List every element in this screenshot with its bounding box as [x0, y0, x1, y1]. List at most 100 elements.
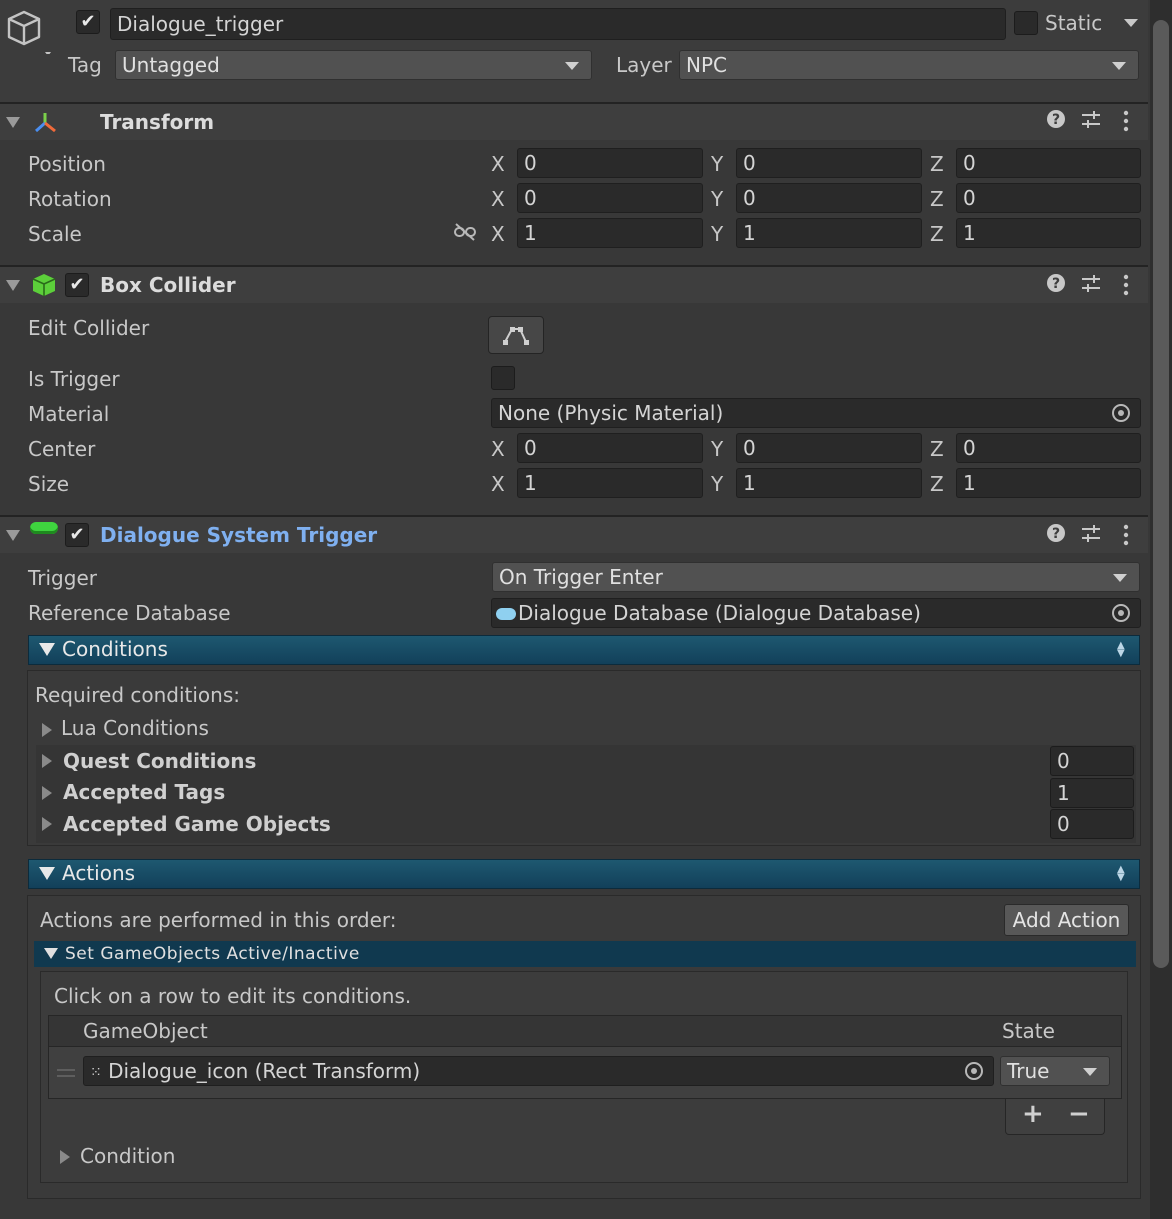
static-checkbox[interactable]	[1014, 11, 1038, 35]
box-collider-enabled-checkbox[interactable]: ✔	[65, 273, 89, 297]
help-icon[interactable]: ?	[1046, 523, 1066, 548]
gameobject-cube-icon[interactable]	[6, 8, 52, 54]
box-collider-header[interactable]: ✔ Box Collider ?	[0, 267, 1148, 303]
lua-conditions-foldout[interactable]: Lua Conditions	[36, 715, 1136, 745]
svg-text:?: ?	[1052, 112, 1060, 128]
accepted-game-objects-count-input[interactable]: 0	[1050, 809, 1134, 839]
accepted-tags-foldout[interactable]: Accepted Tags	[36, 779, 1046, 809]
edit-collider-button[interactable]	[488, 316, 544, 354]
position-y-input[interactable]: 0	[736, 148, 922, 178]
size-y-value: 1	[743, 471, 756, 495]
constrain-proportions-icon[interactable]	[453, 223, 477, 241]
col-state-label: State	[1002, 1019, 1055, 1043]
quest-conditions-label: Quest Conditions	[63, 749, 257, 773]
trigger-dropdown[interactable]: On Trigger Enter	[492, 562, 1140, 592]
scrollbar-thumb[interactable]	[1153, 20, 1169, 968]
size-x-value: 1	[524, 471, 537, 495]
actions-foldout[interactable]: Actions ▲ ▼	[28, 859, 1140, 889]
gameobject-list-header: GameObject State	[48, 1015, 1122, 1047]
kebab-menu-icon[interactable]	[1122, 110, 1130, 137]
position-x-input[interactable]: 0	[517, 148, 703, 178]
center-z-input[interactable]: 0	[956, 433, 1141, 463]
material-object-field[interactable]: None (Physic Material)	[491, 398, 1141, 428]
quest-conditions-count-input[interactable]: 0	[1050, 746, 1134, 776]
material-value: None (Physic Material)	[498, 401, 724, 425]
scale-y-input[interactable]: 1	[736, 218, 922, 248]
gameobject-active-checkbox[interactable]: ✔	[76, 10, 100, 34]
transform-header[interactable]: Transform ?	[0, 104, 1148, 140]
scale-x-input[interactable]: 1	[517, 218, 703, 248]
condition-foldout[interactable]: Condition	[49, 1144, 449, 1172]
presets-icon[interactable]	[1080, 110, 1102, 135]
fold-triangle-icon[interactable]	[6, 117, 20, 128]
presets-icon[interactable]	[1080, 524, 1102, 549]
kebab-menu-icon[interactable]	[1122, 524, 1130, 551]
position-z-value: 0	[963, 151, 976, 175]
lua-conditions-label: Lua Conditions	[61, 716, 209, 740]
row-state-dropdown[interactable]: True	[1000, 1056, 1110, 1086]
layer-dropdown[interactable]: NPC	[679, 50, 1139, 80]
rotation-y-value: 0	[743, 186, 756, 210]
rotation-y-input[interactable]: 0	[736, 183, 922, 213]
trigger-value: On Trigger Enter	[499, 565, 663, 589]
click-row-hint: Click on a row to edit its conditions.	[54, 984, 412, 1008]
object-picker-icon[interactable]	[965, 1062, 983, 1080]
conditions-foldout[interactable]: Conditions ▲ ▼	[28, 635, 1140, 665]
dialogue-trigger-title[interactable]: Dialogue System Trigger	[100, 523, 377, 547]
tag-label: Tag	[68, 53, 102, 77]
condition-label: Condition	[80, 1144, 176, 1168]
row-gameobject-field[interactable]: ⁙ Dialogue_icon (Rect Transform)	[83, 1056, 994, 1086]
tag-value: Untagged	[122, 53, 220, 77]
center-x-input[interactable]: 0	[517, 433, 703, 463]
object-picker-icon[interactable]	[1112, 604, 1130, 622]
size-y-input[interactable]: 1	[736, 468, 922, 498]
rotation-z-input[interactable]: 0	[956, 183, 1141, 213]
position-x-value: 0	[524, 151, 537, 175]
tag-dropdown[interactable]: Untagged	[115, 50, 592, 80]
presets-icon[interactable]	[1080, 274, 1102, 299]
set-active-header[interactable]: Set GameObjects Active/Inactive	[34, 941, 1136, 967]
rotation-label: Rotation	[28, 187, 112, 211]
rotation-z-value: 0	[963, 186, 976, 210]
accepted-tags-count-input[interactable]: 1	[1050, 778, 1134, 808]
center-y-input[interactable]: 0	[736, 433, 922, 463]
kebab-menu-icon[interactable]	[1122, 274, 1130, 301]
col-gameobject-label: GameObject	[83, 1019, 208, 1043]
accepted-game-objects-count: 0	[1057, 812, 1070, 836]
dialogue-trigger-header[interactable]: ✔ Dialogue System Trigger ?	[0, 517, 1148, 553]
scale-x-value: 1	[524, 221, 537, 245]
gameobject-name-input[interactable]: Dialogue_trigger	[110, 8, 1006, 40]
box-collider-icon	[32, 274, 56, 296]
drag-handle-icon[interactable]	[57, 1069, 75, 1077]
inspector-scrollbar[interactable]	[1150, 0, 1172, 1219]
rotation-x-input[interactable]: 0	[517, 183, 703, 213]
scale-y-value: 1	[743, 221, 756, 245]
help-icon[interactable]: ?	[1046, 273, 1066, 298]
static-dropdown-icon[interactable]	[1124, 19, 1138, 27]
size-x-input[interactable]: 1	[517, 468, 703, 498]
sort-arrows-icon: ▲ ▼	[1117, 864, 1125, 883]
minus-button[interactable]: −	[1068, 1099, 1090, 1129]
speech-bubble-icon	[496, 607, 516, 620]
position-z-input[interactable]: 0	[956, 148, 1141, 178]
scale-z-input[interactable]: 1	[956, 218, 1141, 248]
edit-collider-label: Edit Collider	[28, 316, 150, 340]
fold-triangle-icon[interactable]	[6, 280, 20, 291]
help-icon[interactable]: ?	[1046, 109, 1066, 134]
quest-conditions-foldout[interactable]: Quest Conditions	[36, 747, 1046, 777]
axis-x-label: X	[491, 222, 505, 246]
dialogue-trigger-enabled-checkbox[interactable]: ✔	[65, 523, 89, 547]
svg-text:?: ?	[1052, 276, 1060, 292]
axis-x-label: X	[491, 152, 505, 176]
fold-triangle-icon[interactable]	[6, 530, 20, 541]
add-action-button[interactable]: Add Action	[1004, 904, 1129, 936]
required-conditions-label: Required conditions:	[35, 683, 240, 707]
axis-y-label: Y	[711, 472, 724, 496]
object-picker-icon[interactable]	[1112, 404, 1130, 422]
reference-database-field[interactable]: Dialogue Database (Dialogue Database)	[491, 598, 1141, 628]
accepted-game-objects-foldout[interactable]: Accepted Game Objects	[36, 811, 1046, 841]
chevron-down-icon	[565, 62, 579, 70]
plus-button[interactable]: +	[1022, 1099, 1044, 1129]
size-z-input[interactable]: 1	[956, 468, 1141, 498]
is-trigger-checkbox[interactable]	[491, 366, 515, 390]
